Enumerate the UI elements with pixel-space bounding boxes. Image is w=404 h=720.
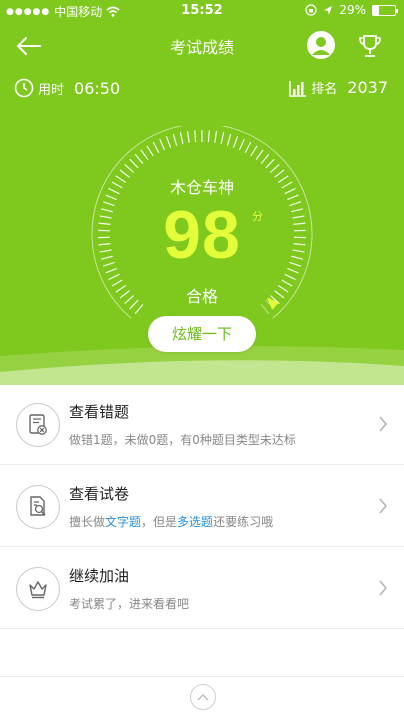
gauge-tick	[146, 145, 154, 157]
rotation-lock-icon	[305, 4, 317, 16]
gauge-tick	[129, 158, 139, 169]
chevron-right-icon	[379, 498, 388, 514]
gauge-tick	[265, 158, 275, 169]
gauge-tick	[108, 273, 120, 281]
bar-chart-icon	[289, 80, 307, 97]
gauge-tick	[134, 153, 144, 164]
rank-label: 排名	[311, 82, 338, 97]
gauge-tick	[159, 138, 166, 151]
list-item-view-paper[interactable]: 查看试卷 擅长做文字题，但是多选题还要练习哦	[0, 467, 404, 547]
time-used: 用时 06:50	[14, 78, 120, 98]
gauge-tick	[207, 130, 210, 143]
gauge-tick	[140, 149, 149, 160]
list-item-desc: 擅长做文字题，但是多选题还要练习哦	[69, 513, 273, 530]
list-item-desc: 做错1题，未做0题，有0种题目类型未达标	[69, 433, 296, 447]
chevron-right-icon	[379, 416, 388, 432]
time-used-value: 06:50	[74, 78, 121, 98]
gauge-tick	[250, 145, 258, 157]
gauge-tick	[244, 141, 252, 154]
scroll-up-button[interactable]	[190, 684, 216, 710]
rank-value: 2037	[347, 78, 388, 97]
status-bar: ●●●●● 中国移动 15:52 29%	[0, 0, 404, 22]
location-icon	[324, 5, 333, 15]
score-value: 98	[163, 197, 241, 273]
bottom-divider	[0, 676, 404, 677]
gauge-tick	[260, 153, 270, 164]
gauge-tick	[238, 138, 245, 151]
share-button[interactable]: 炫耀一下	[148, 316, 256, 352]
exam-info-row: 用时 06:50 排名 2037	[0, 78, 404, 102]
list-item-desc: 考试累了，进来看看吧	[69, 597, 190, 611]
gauge-tick	[194, 130, 197, 143]
desc-text: ，但是	[141, 515, 178, 529]
battery-icon	[372, 4, 398, 16]
rank: 排名 2037	[289, 78, 388, 97]
text-question-link[interactable]: 文字题	[105, 515, 141, 529]
trophy-icon[interactable]	[356, 32, 384, 60]
battery-fill	[373, 5, 380, 15]
page-title: 考试成绩	[169, 38, 234, 57]
view-paper-icon	[16, 485, 60, 529]
gauge-tick	[232, 136, 239, 148]
list-item-keep-going[interactable]: 继续加油 考试累了，进来看看吧	[0, 549, 404, 629]
desc-text: 擅长做	[69, 515, 106, 529]
gauge-tick	[179, 132, 184, 145]
list-item-title: 继续加油	[69, 567, 130, 585]
chevron-up-icon	[197, 693, 209, 701]
list-item-title: 查看试卷	[69, 485, 130, 503]
wrong-questions-icon	[16, 403, 60, 447]
gauge-tick	[152, 141, 160, 154]
gauge-tick	[186, 130, 190, 143]
battery-percent: 29%	[339, 3, 366, 17]
multi-choice-link[interactable]: 多选题	[177, 515, 213, 529]
chevron-right-icon	[379, 580, 388, 596]
action-list: 查看错题 做错1题，未做0题，有0种题目类型未达标 查看试卷 擅长做文字题，但是…	[0, 385, 404, 629]
nav-bar: 考试成绩	[0, 28, 404, 64]
pass-grade: 合格	[185, 287, 218, 306]
clock-icon	[14, 78, 34, 98]
gauge-tick	[172, 133, 178, 146]
gauge-tick	[124, 163, 135, 173]
crown-icon	[16, 567, 60, 611]
gauge-tick	[165, 136, 172, 148]
user-nickname: 木仓车神	[169, 178, 234, 197]
list-item-title: 查看错题	[69, 403, 130, 421]
user-avatar-icon[interactable]	[306, 30, 336, 60]
gauge-tick	[284, 273, 296, 281]
gauge-tick	[226, 133, 232, 146]
gauge-tick	[220, 132, 225, 145]
gauge-tick	[214, 130, 218, 143]
score-display: 98 分	[0, 196, 404, 274]
gauge-tick	[255, 149, 264, 160]
time-used-label: 用时	[38, 82, 65, 98]
score-unit: 分	[252, 210, 263, 223]
list-item-wrong-questions[interactable]: 查看错题 做错1题，未做0题，有0种题目类型未达标	[0, 385, 404, 465]
desc-text: 还要练习哦	[213, 515, 274, 529]
gauge-tick	[269, 163, 280, 173]
